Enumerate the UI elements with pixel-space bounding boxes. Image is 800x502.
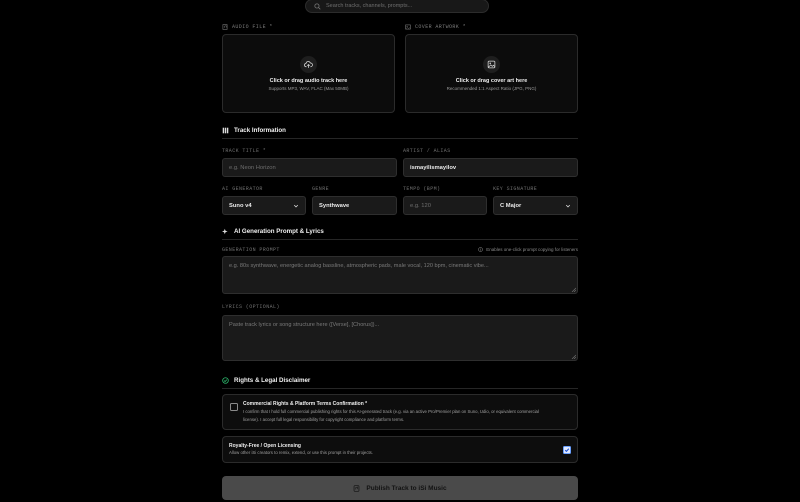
search-icon (314, 2, 321, 10)
list-icon (222, 127, 229, 134)
audio-file-label: AUDIO FILE * (222, 24, 273, 30)
divider (222, 239, 578, 240)
commercial-rights-title: Commercial Rights & Platform Terms Confi… (243, 401, 368, 407)
generation-prompt-label: GENERATION PROMPT (222, 247, 280, 253)
info-icon (478, 247, 483, 252)
cover-dropzone[interactable]: Click or drag cover art here Recommended… (405, 34, 578, 113)
resize-handle-icon[interactable] (571, 354, 576, 359)
audio-dropzone[interactable]: Click or drag audio track here Supports … (222, 34, 395, 113)
key-signature-select[interactable]: C Major (493, 196, 578, 215)
track-info-heading: Track Information (222, 127, 578, 134)
chevron-down-icon (565, 204, 571, 207)
royalty-free-card[interactable]: Royalty-Free / Open Licensing Allow othe… (222, 436, 578, 463)
commercial-rights-desc-2: license). I accept full legal responsibi… (243, 417, 405, 422)
genre-label: GENRE (312, 186, 330, 192)
cover-dropzone-title: Click or drag cover art here (455, 78, 528, 84)
artist-input[interactable]: ismayilismayilov (403, 158, 578, 177)
search-input[interactable] (326, 3, 476, 9)
image-upload-icon (487, 60, 496, 69)
ai-generator-label: AI GENERATOR (222, 186, 263, 192)
commercial-rights-card[interactable]: Commercial Rights & Platform Terms Confi… (222, 394, 578, 430)
ai-generator-select[interactable]: Suno v4 (222, 196, 306, 215)
commercial-rights-desc-1: I confirm that I hold full commercial pu… (243, 409, 539, 414)
cloud-upload-icon (304, 61, 313, 68)
tempo-input[interactable] (403, 196, 487, 215)
rights-heading: Rights & Legal Disclaimer (222, 377, 578, 384)
chevron-down-icon (293, 204, 299, 207)
lyrics-textarea[interactable] (222, 315, 578, 361)
prompt-copy-hint: Enables one-click prompt copying for lis… (478, 247, 578, 252)
royalty-free-checkbox[interactable] (563, 446, 571, 454)
check-circle-icon (222, 377, 229, 384)
key-signature-label: KEY SIGNATURE (493, 186, 538, 192)
royalty-free-desc: Allow other iSi creators to remix, exten… (229, 450, 374, 455)
prompt-heading: AI Generation Prompt & Lyrics (222, 228, 578, 235)
generation-prompt-textarea[interactable] (222, 256, 578, 294)
check-icon (564, 448, 570, 453)
divider (222, 388, 578, 389)
publish-icon (354, 484, 360, 492)
divider (222, 138, 578, 139)
track-title-input[interactable] (222, 158, 397, 177)
publish-button[interactable]: Publish Track to iSi Music (222, 476, 578, 500)
audio-dropzone-title: Click or drag audio track here (269, 78, 348, 84)
tempo-label: TEMPO (BPM) (403, 186, 441, 192)
image-icon (405, 24, 411, 30)
audio-file-icon (222, 24, 228, 30)
cover-dropzone-subtitle: Recommended 1:1 Aspect Ratio (JPG, PNG) (446, 86, 537, 91)
resize-handle-icon[interactable] (571, 287, 576, 292)
sparkle-icon (222, 228, 228, 235)
track-title-label: TRACK TITLE * (222, 148, 267, 154)
genre-input[interactable]: Synthwave (312, 196, 397, 215)
artist-label: ARTIST / ALIAS (403, 148, 451, 154)
search-bar[interactable] (305, 0, 489, 13)
cover-artwork-label: COVER ARTWORK * (405, 24, 466, 30)
audio-dropzone-subtitle: Supports MP3, WAV, FLAC (Max 50MB) (268, 86, 349, 91)
commercial-rights-checkbox[interactable] (230, 403, 238, 411)
lyrics-label: LYRICS (OPTIONAL) (222, 304, 280, 310)
